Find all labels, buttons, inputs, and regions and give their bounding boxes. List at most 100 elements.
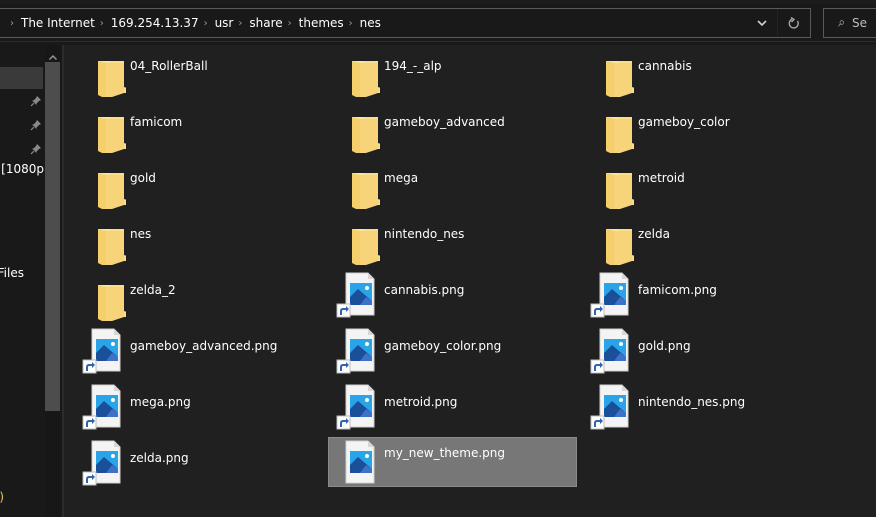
file-name: zelda_2 [130,283,176,297]
nav-item[interactable] [0,113,43,137]
image-shortcut-icon [80,383,124,431]
folder-item[interactable]: gold [74,157,322,211]
image-shortcut-icon [334,327,378,375]
file-name: gameboy_color [638,115,730,129]
file-list: 04_RollerBall 194_-_alp cannabis famicom gam… [64,45,876,517]
address-dropdown-button[interactable] [747,9,777,37]
breadcrumb-item[interactable]: The Internet [21,16,95,30]
file-item[interactable]: gameboy_color.png [328,325,576,375]
folder-icon [590,105,635,155]
breadcrumb-separator-icon[interactable]: › [10,18,14,29]
file-name: zelda [638,227,670,241]
folder-item[interactable]: nes [74,213,322,267]
file-name: 194_-_alp [384,59,442,73]
file-name: gold [130,171,156,185]
breadcrumb-item[interactable]: usr [215,16,234,30]
file-name: nes [130,227,152,241]
file-name: famicom [130,115,183,129]
refresh-icon [788,16,799,29]
file-name: cannabis.png [384,283,465,297]
folder-icon [336,161,381,211]
file-name: metroid.png [384,395,458,409]
breadcrumb-separator-icon[interactable]: › [100,18,104,29]
file-name: gameboy_advanced [384,115,505,129]
chevron-down-icon [757,20,767,26]
file-name: 04_RollerBall [130,59,208,73]
nav-item-label[interactable]: Files [0,266,24,280]
nav-item[interactable] [0,137,43,161]
image-shortcut-icon [588,327,632,375]
image-file-icon [334,439,378,487]
file-item[interactable]: cannabis.png [328,269,576,319]
folder-item[interactable]: 04_RollerBall [74,45,322,99]
file-name: famicom.png [638,283,717,297]
breadcrumb-item[interactable]: nes [360,16,381,30]
file-name: mega.png [130,395,191,409]
nav-scrollbar-thumb[interactable] [45,62,60,411]
folder-icon [336,49,381,99]
file-item[interactable]: gameboy_advanced.png [74,325,322,375]
breadcrumb-separator-icon[interactable]: › [349,18,353,29]
search-icon [838,19,844,26]
address-bar[interactable]: › The Internet › 169.254.13.37 › usr › s… [0,8,811,38]
folder-item[interactable]: zelda [582,213,830,267]
file-name: cannabis [638,59,692,73]
file-item[interactable]: my_new_theme.png [328,437,577,487]
file-item[interactable]: metroid.png [328,381,576,431]
file-name: zelda.png [130,451,189,465]
image-shortcut-icon [588,271,632,319]
image-shortcut-icon [334,383,378,431]
chevron-up-icon [48,54,57,60]
file-name: nintendo_nes [384,227,465,241]
folder-item[interactable]: mega [328,157,576,211]
nav-item[interactable] [0,89,43,113]
folder-icon [82,161,127,211]
pin-icon[interactable] [30,143,42,155]
file-item[interactable]: nintendo_nes.png [582,381,830,431]
title-strip [0,0,876,4]
folder-item[interactable]: gameboy_color [582,101,830,155]
folder-icon [590,49,635,99]
breadcrumb-item[interactable]: 169.254.13.37 [111,16,199,30]
refresh-button[interactable] [777,9,810,37]
divider [0,41,876,42]
folder-item[interactable]: cannabis [582,45,830,99]
file-item[interactable]: gold.png [582,325,830,375]
image-shortcut-icon [80,439,124,487]
nav-item-label[interactable]: ) [1080p [0,162,44,176]
nav-item-selected[interactable] [0,67,43,89]
breadcrumb-item[interactable]: share [249,16,282,30]
breadcrumb-separator-icon[interactable]: › [288,18,292,29]
file-item[interactable]: zelda.png [74,437,322,487]
folder-icon [590,217,635,267]
folder-item[interactable]: metroid [582,157,830,211]
pin-icon[interactable] [30,95,42,107]
scroll-up-button[interactable] [45,52,60,62]
folder-icon [336,217,381,267]
folder-item[interactable]: zelda_2 [74,269,322,323]
navigation-pane: ) [1080p Files ) [0,45,45,517]
file-name: nintendo_nes.png [638,395,746,409]
breadcrumb-item[interactable]: themes [299,16,344,30]
file-name: my_new_theme.png [384,446,506,460]
file-item[interactable]: famicom.png [582,269,830,319]
folder-icon [82,273,127,323]
folder-icon [82,105,127,155]
folder-item[interactable]: famicom [74,101,322,155]
file-name: gold.png [638,339,691,353]
folder-item[interactable]: nintendo_nes [328,213,576,267]
breadcrumb-separator-icon[interactable]: › [238,18,242,29]
search-input[interactable] [852,16,876,30]
breadcrumb: › The Internet › 169.254.13.37 › usr › s… [0,9,747,37]
image-shortcut-icon [334,271,378,319]
pin-icon[interactable] [30,119,42,131]
nav-item-label[interactable]: ) [0,490,4,504]
breadcrumb-separator-icon[interactable]: › [204,18,208,29]
folder-icon [336,105,381,155]
folder-item[interactable]: 194_-_alp [328,45,576,99]
file-item[interactable]: mega.png [74,381,322,431]
folder-icon [590,161,635,211]
folder-icon [82,49,127,99]
folder-item[interactable]: gameboy_advanced [328,101,576,155]
search-box[interactable] [823,8,876,38]
